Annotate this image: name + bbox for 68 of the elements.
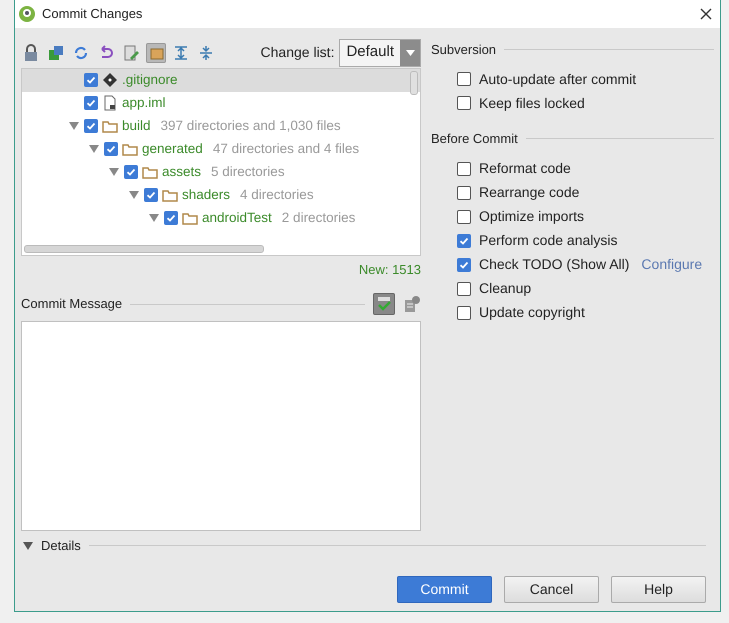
file-name: build: [122, 117, 151, 136]
option-label: Keep files locked: [479, 94, 585, 113]
file-icon: [102, 95, 118, 112]
section-title: Subversion: [431, 40, 496, 59]
file-name: androidTest: [202, 209, 272, 228]
group-icon[interactable]: [146, 42, 166, 63]
commit-message-label: Commit Message: [21, 295, 122, 314]
file-info: 2 directories: [282, 209, 356, 228]
file-name: .gitignore: [122, 71, 178, 90]
checkbox[interactable]: [457, 72, 471, 86]
tree-row[interactable]: .gitignore: [22, 68, 420, 92]
checkbox[interactable]: [457, 282, 471, 296]
commit-message-field[interactable]: [21, 321, 421, 532]
app-logo-icon: [18, 4, 36, 23]
details-label: Details: [41, 536, 81, 555]
option-label: Cleanup: [479, 279, 532, 298]
commit-button[interactable]: Commit: [397, 576, 492, 603]
checkbox[interactable]: [457, 306, 471, 320]
file-info: 397 directories and 1,030 files: [160, 117, 341, 136]
tree-row[interactable]: shaders 4 directories: [22, 184, 420, 207]
window-title: Commit Changes: [42, 5, 142, 24]
file-info: 4 directories: [240, 186, 314, 204]
history-icon[interactable]: [403, 295, 421, 314]
option-label: Check TODO (Show All): [479, 255, 630, 274]
horizontal-scrollbar[interactable]: [24, 244, 264, 253]
details-toggle-icon[interactable]: [23, 542, 33, 550]
close-icon[interactable]: [700, 8, 712, 20]
checkbox[interactable]: [84, 73, 98, 88]
checkbox[interactable]: [164, 211, 178, 226]
change-list-label: Change list:: [260, 43, 334, 62]
tree-row[interactable]: androidTest 2 directories: [22, 206, 420, 230]
new-count: New: 1513: [358, 260, 421, 279]
file-name: assets: [162, 163, 202, 182]
checkbox[interactable]: [104, 142, 118, 156]
checkbox[interactable]: [144, 188, 158, 202]
change-list-dropdown[interactable]: Default: [339, 38, 421, 67]
file-name: shaders: [182, 186, 230, 204]
checkbox[interactable]: [84, 119, 98, 134]
help-button[interactable]: Help: [611, 576, 706, 603]
vertical-scrollbar[interactable]: [410, 70, 418, 95]
tree-row[interactable]: build 397 directories and 1,030 files: [22, 114, 420, 138]
option-label: Perform code analysis: [479, 231, 618, 250]
spellcheck-icon[interactable]: [373, 293, 395, 316]
option-label: Optimize imports: [479, 207, 584, 226]
checkbox[interactable]: [457, 162, 471, 176]
option-label: Update copyright: [479, 303, 585, 322]
checkbox[interactable]: [457, 186, 471, 200]
cancel-button[interactable]: Cancel: [504, 576, 599, 603]
tree-row[interactable]: app.iml: [22, 92, 420, 115]
file-name: app.iml: [122, 94, 166, 112]
option-label: Auto-update after commit: [479, 70, 636, 89]
git-icon: [102, 72, 118, 88]
checkbox[interactable]: [457, 96, 471, 110]
section-title: Before Commit: [431, 130, 518, 148]
checkbox[interactable]: [84, 96, 98, 110]
file-info: 5 directories: [211, 163, 285, 182]
checkbox[interactable]: [457, 258, 471, 272]
option-label: Reformat code: [479, 159, 571, 178]
checkbox[interactable]: [124, 165, 138, 180]
checkbox[interactable]: [457, 210, 471, 224]
configure-link[interactable]: Configure: [641, 254, 702, 276]
caret-icon[interactable]: [400, 40, 420, 66]
checkbox[interactable]: [457, 234, 471, 248]
tree-row[interactable]: generated 47 directories and 4 files: [22, 138, 420, 161]
option-label: Rearrange code: [479, 183, 580, 202]
tree-row[interactable]: assets 5 directories: [22, 160, 420, 184]
file-name: generated: [142, 140, 203, 158]
file-info: 47 directories and 4 files: [212, 140, 360, 158]
